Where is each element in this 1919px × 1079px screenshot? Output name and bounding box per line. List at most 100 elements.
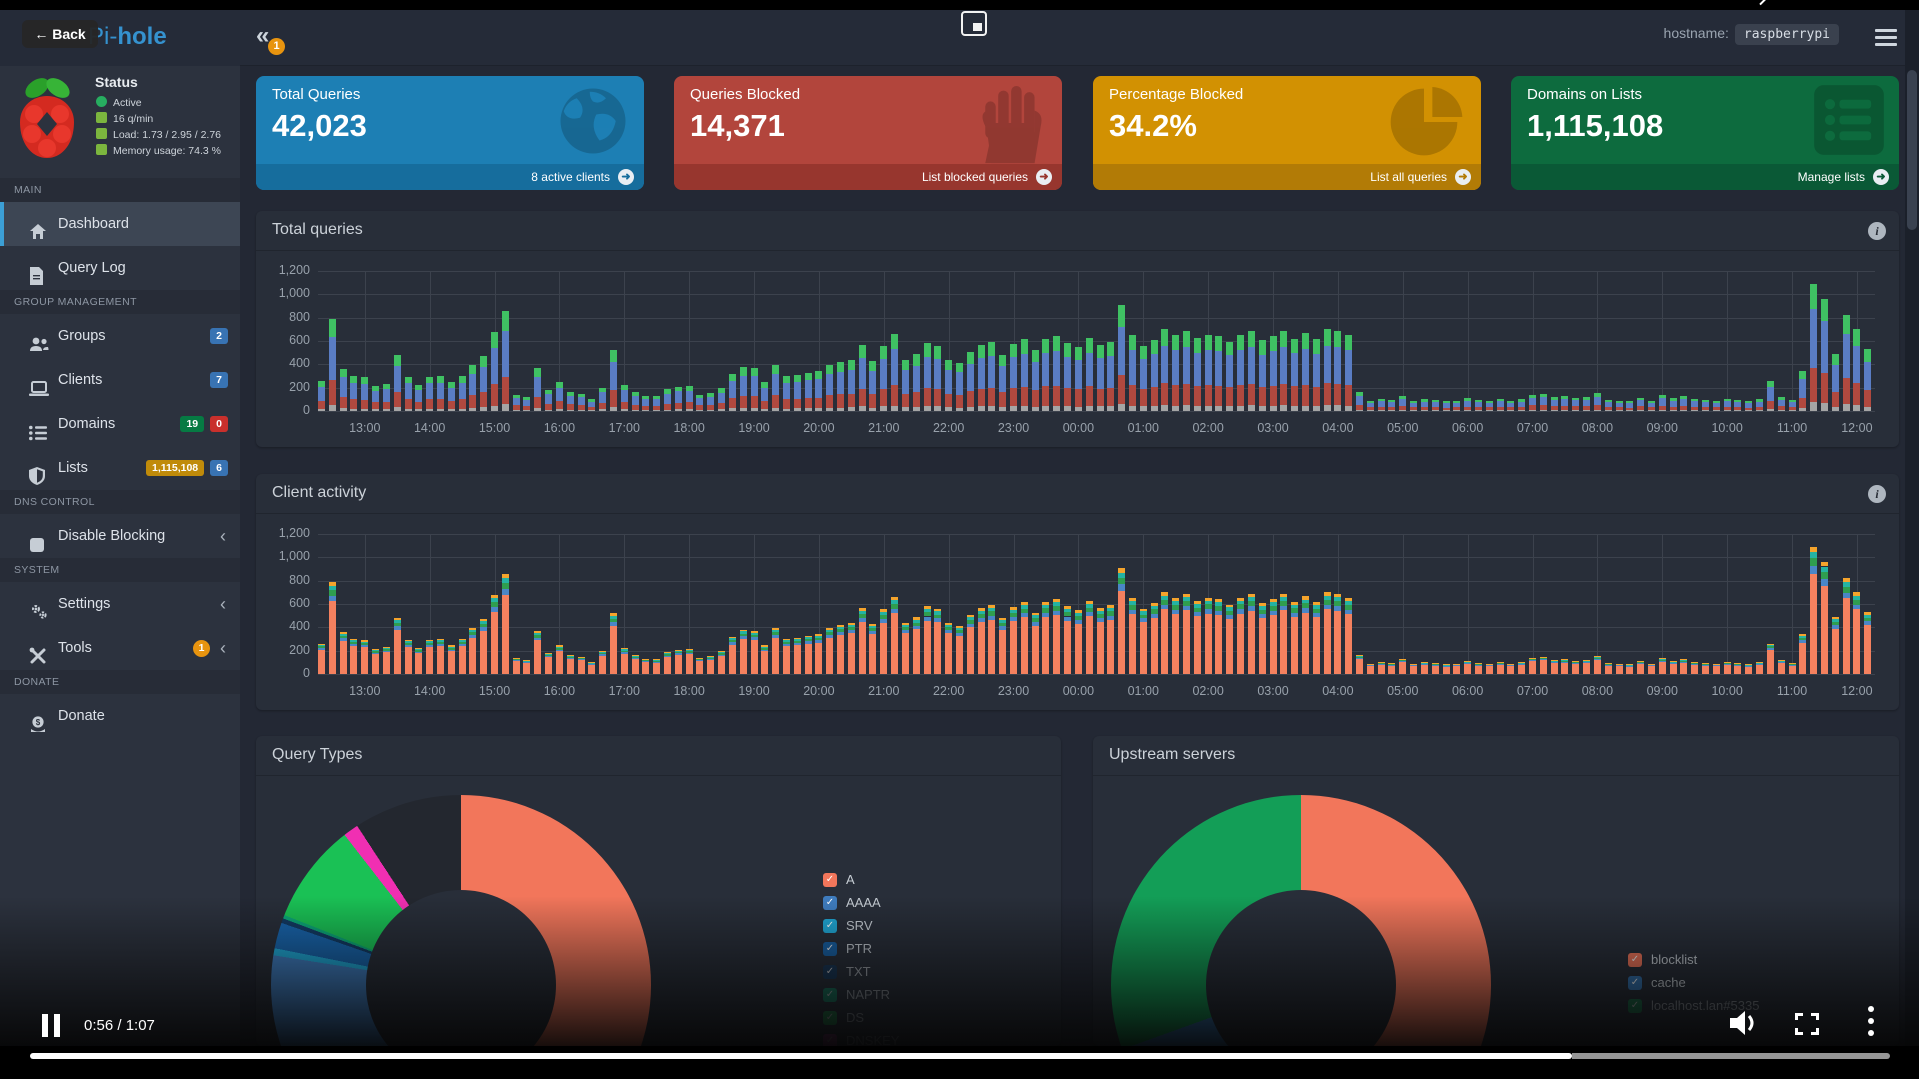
bar-client-3[interactable] xyxy=(340,636,347,639)
bar-cached[interactable] xyxy=(1064,406,1071,411)
bar-blocked[interactable] xyxy=(1475,407,1482,410)
bar-blocked[interactable] xyxy=(1237,385,1244,406)
bar-client-2[interactable] xyxy=(1518,664,1525,665)
bar-client-5[interactable] xyxy=(534,631,541,633)
bar-cached[interactable] xyxy=(869,408,876,412)
bar-other[interactable] xyxy=(599,388,606,393)
bar-forwarded[interactable] xyxy=(1853,346,1860,384)
bar-blocked[interactable] xyxy=(610,390,617,406)
bar-cached[interactable] xyxy=(610,407,617,411)
bar-cached[interactable] xyxy=(1551,410,1558,411)
bar-client-4[interactable] xyxy=(642,659,649,660)
bar-blocked[interactable] xyxy=(664,404,671,410)
bar-blocked[interactable] xyxy=(707,405,714,410)
bar-client-5[interactable] xyxy=(480,619,487,621)
bar-client-1[interactable] xyxy=(1129,614,1136,674)
bar-client-1[interactable] xyxy=(1507,666,1514,674)
bar-cached[interactable] xyxy=(913,407,920,411)
bar-cached[interactable] xyxy=(1172,406,1179,411)
bar-other[interactable] xyxy=(1313,339,1320,353)
bar-blocked[interactable] xyxy=(1778,406,1785,410)
bar-client-3[interactable] xyxy=(1345,605,1352,610)
bar-client-2[interactable] xyxy=(913,626,920,629)
bar-client-3[interactable] xyxy=(350,642,357,644)
bar-cached[interactable] xyxy=(1432,410,1439,411)
bar-other[interactable] xyxy=(1270,336,1277,351)
bar-client-3[interactable] xyxy=(1215,606,1222,610)
bar-client-1[interactable] xyxy=(1475,665,1482,674)
bar-cached[interactable] xyxy=(350,409,357,411)
bar-client-3[interactable] xyxy=(967,620,974,624)
bar-client-4[interactable] xyxy=(978,611,985,614)
bar-client-3[interactable] xyxy=(415,650,422,652)
bar-forwarded[interactable] xyxy=(924,357,931,388)
bar-blocked[interactable] xyxy=(459,399,466,408)
bar-cached[interactable] xyxy=(1594,410,1601,411)
bar-client-3[interactable] xyxy=(1280,601,1287,606)
bar-blocked[interactable] xyxy=(1626,408,1633,411)
bar-client-2[interactable] xyxy=(1507,665,1514,666)
bar-cached[interactable] xyxy=(1010,406,1017,411)
bar-client-4[interactable] xyxy=(1248,597,1255,601)
legend-item-a[interactable]: ✓A xyxy=(823,868,899,891)
bar-other[interactable] xyxy=(469,365,476,374)
bar-blocked[interactable] xyxy=(869,394,876,408)
bar-client-4[interactable] xyxy=(1302,600,1309,604)
bar-client-3[interactable] xyxy=(837,629,844,632)
bar-client-2[interactable] xyxy=(1767,648,1774,650)
bar-client-4[interactable] xyxy=(1259,606,1266,610)
bar-client-4[interactable] xyxy=(1648,664,1655,665)
bar-client-5[interactable] xyxy=(1129,598,1136,601)
bar-client-3[interactable] xyxy=(1291,608,1298,612)
bar-client-4[interactable] xyxy=(826,630,833,632)
bar-forwarded[interactable] xyxy=(534,377,541,397)
bar-client-2[interactable] xyxy=(1107,616,1114,620)
bar-client-1[interactable] xyxy=(340,641,347,674)
bar-forwarded[interactable] xyxy=(718,393,725,403)
bar-blocked[interactable] xyxy=(405,399,412,408)
bar-client-3[interactable] xyxy=(1032,618,1039,622)
bar-client-5[interactable] xyxy=(1042,602,1049,605)
bar-blocked[interactable] xyxy=(696,405,703,409)
bar-cached[interactable] xyxy=(578,410,585,411)
bar-client-5[interactable] xyxy=(945,623,952,625)
bar-other[interactable] xyxy=(1659,395,1666,398)
bar-client-3[interactable] xyxy=(1194,608,1201,612)
bar-client-3[interactable] xyxy=(891,604,898,609)
bar-forwarded[interactable] xyxy=(1767,387,1774,401)
bar-cached[interactable] xyxy=(1810,402,1817,411)
bar-blocked[interactable] xyxy=(642,406,649,410)
bar-client-2[interactable] xyxy=(1313,613,1320,617)
bar-blocked[interactable] xyxy=(1572,406,1579,410)
bar-other[interactable] xyxy=(1734,400,1741,402)
bar-client-5[interactable] xyxy=(599,651,606,652)
bar-forwarded[interactable] xyxy=(437,383,444,399)
bar-other[interactable] xyxy=(1453,401,1460,403)
bar-client-3[interactable] xyxy=(869,628,876,631)
bar-blocked[interactable] xyxy=(1129,385,1136,405)
bar-client-2[interactable] xyxy=(1097,618,1104,622)
bar-forwarded[interactable] xyxy=(869,371,876,394)
bar-client-5[interactable] xyxy=(361,640,368,641)
bar-client-2[interactable] xyxy=(988,616,995,620)
bar-blocked[interactable] xyxy=(740,396,747,408)
bar-client-5[interactable] xyxy=(1529,658,1536,659)
card-footer-link[interactable]: List all queries➜ xyxy=(1093,164,1481,190)
bar-cached[interactable] xyxy=(956,408,963,411)
bar-client-3[interactable] xyxy=(815,638,822,640)
bar-forwarded[interactable] xyxy=(1659,398,1666,405)
bar-other[interactable] xyxy=(794,375,801,382)
bar-client-1[interactable] xyxy=(556,651,563,674)
bar-client-5[interactable] xyxy=(1464,661,1471,662)
bar-client-4[interactable] xyxy=(480,621,487,624)
bar-client-2[interactable] xyxy=(924,617,931,621)
bar-client-3[interactable] xyxy=(642,660,649,661)
bar-client-3[interactable] xyxy=(1486,664,1493,665)
bar-client-1[interactable] xyxy=(1864,625,1871,674)
bar-client-1[interactable] xyxy=(924,621,931,674)
bar-client-3[interactable] xyxy=(880,615,887,619)
bar-client-5[interactable] xyxy=(1799,634,1806,636)
bar-client-5[interactable] xyxy=(1183,594,1190,597)
bar-blocked[interactable] xyxy=(859,389,866,407)
bar-client-5[interactable] xyxy=(751,631,758,633)
